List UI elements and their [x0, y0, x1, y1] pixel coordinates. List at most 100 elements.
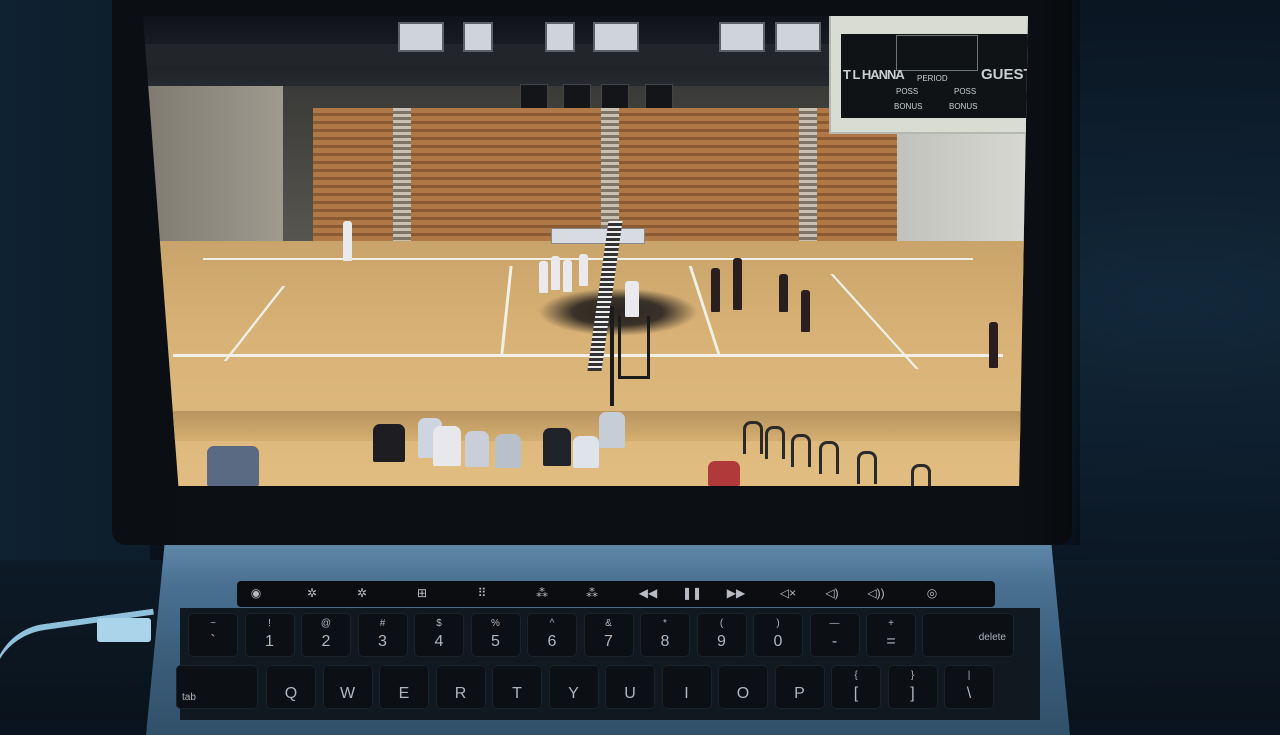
key-number[interactable]: #3 [357, 613, 408, 657]
ceiling-light [398, 22, 444, 52]
guest-poss-label: POSS [954, 87, 977, 96]
key-letter[interactable]: U [605, 665, 655, 709]
brightness-up-icon[interactable]: ✲ [351, 586, 373, 600]
key-letter[interactable]: Y [548, 665, 599, 709]
spectator [495, 434, 521, 468]
key-number[interactable]: ) 0 [753, 613, 803, 657]
key-label: ] [910, 685, 915, 702]
bleachers [619, 108, 799, 248]
key-label: 9 [717, 633, 726, 650]
key-letter[interactable]: E [379, 665, 429, 709]
referee-stand [618, 316, 650, 379]
spectator [433, 426, 461, 466]
key-number[interactable]: @2 [301, 613, 351, 657]
ceiling-light [775, 22, 821, 52]
touch-bar[interactable]: ◉ ✲ ✲ ⊞ ⠿ ⁂ ⁂ ◀◀ ❚❚ ▶▶ ◁× ◁) ◁)) ◎ [237, 581, 995, 607]
key-label: 8 [660, 633, 670, 650]
launchpad-icon[interactable]: ⠿ [471, 586, 493, 600]
key-letter[interactable]: O [718, 665, 768, 709]
key-shift-label: { [854, 670, 858, 681]
chair [911, 464, 931, 486]
play-pause-icon[interactable]: ❚❚ [681, 586, 703, 600]
brightness-down-icon[interactable]: ✲ [301, 586, 323, 600]
spectator [207, 446, 259, 486]
key-label: Y [568, 685, 579, 702]
chair [819, 441, 839, 474]
key-label: tab [182, 692, 196, 703]
key-tab[interactable]: tab [176, 665, 258, 709]
player [801, 290, 810, 332]
key-label: 2 [321, 633, 331, 650]
key-number[interactable]: + = [866, 613, 916, 657]
video-player-screen[interactable]: T L HANNA GUEST PERIOD POSS POSS BONUS B… [143, 16, 1028, 486]
key-number[interactable]: ^ 6 [527, 613, 577, 657]
key-letter[interactable]: | \ [944, 665, 994, 709]
court-line [173, 354, 1003, 357]
player [551, 256, 560, 290]
scoreboard-overlay: T L HANNA GUEST PERIOD POSS POSS BONUS B… [829, 16, 1028, 134]
ceiling-light [545, 22, 575, 52]
siri-icon[interactable]: ◎ [921, 586, 943, 600]
key-letter[interactable]: {[ [831, 665, 881, 709]
volume-up-icon[interactable]: ◁)) [865, 586, 887, 600]
player [539, 261, 548, 293]
key-label: R [454, 685, 467, 702]
spectator [708, 461, 740, 486]
key-shift-label: } [910, 670, 915, 681]
key-label: 5 [491, 633, 500, 650]
key-letter[interactable]: }] [887, 665, 938, 709]
spectator [599, 412, 625, 448]
key-label: T [512, 685, 522, 702]
esc-icon[interactable]: ◉ [245, 586, 267, 600]
bleacher-aisle [393, 108, 411, 248]
key-backtick[interactable]: ~ ` [188, 613, 238, 657]
key-label: U [624, 685, 636, 702]
key-letter[interactable]: W [322, 665, 373, 709]
key-number[interactable]: % 5 [470, 613, 521, 657]
keyboard-light-up-icon[interactable]: ⁂ [581, 586, 603, 600]
guest-bonus-label: BONUS [949, 102, 978, 111]
key-shift-label: + [888, 618, 894, 629]
fast-forward-icon[interactable]: ▶▶ [725, 586, 747, 600]
key-number[interactable]: $4 [414, 613, 464, 657]
chair [743, 421, 763, 454]
bleachers [411, 108, 601, 248]
home-bonus-label: BONUS [894, 102, 923, 111]
screen-bezel [175, 488, 1025, 543]
keyboard-light-down-icon[interactable]: ⁂ [531, 586, 553, 600]
key-number[interactable]: (9 [696, 613, 747, 657]
key-shift-label: ( [719, 618, 724, 629]
key-label: \ [966, 685, 972, 702]
key-number[interactable]: * 8 [640, 613, 690, 657]
key-label: P [794, 685, 805, 702]
mute-icon[interactable]: ◁× [777, 586, 799, 600]
bleacher-aisle [799, 108, 817, 248]
net-pole [610, 306, 614, 406]
key-shift-label: # [379, 618, 386, 629]
key-shift-label: & [605, 618, 612, 629]
period-label: PERIOD [917, 74, 948, 83]
mission-control-icon[interactable]: ⊞ [411, 586, 433, 600]
key-number[interactable]: — - [809, 613, 860, 657]
key-label: I [684, 685, 689, 702]
player [989, 322, 998, 368]
key-letter[interactable]: T [492, 665, 542, 709]
volume-down-icon[interactable]: ◁) [821, 586, 843, 600]
key-letter[interactable]: Q [266, 665, 316, 709]
key-shift-label: ^ [549, 618, 555, 629]
court-line [203, 258, 973, 260]
key-number[interactable]: & 7 [583, 613, 634, 657]
key-letter[interactable]: R [435, 665, 486, 709]
key-shift-label: * [663, 618, 667, 629]
ceiling-light [719, 22, 765, 52]
key-shift-label: % [491, 618, 500, 629]
key-delete[interactable]: delete [922, 613, 1014, 657]
key-letter[interactable]: P [774, 665, 825, 709]
key-number[interactable]: ! 1 [244, 613, 295, 657]
key-label: delete [978, 632, 1006, 643]
key-label: 6 [547, 633, 557, 650]
key-label: O [736, 685, 750, 702]
rewind-icon[interactable]: ◀◀ [637, 586, 659, 600]
key-letter[interactable]: I [661, 665, 712, 709]
scoreboard-panel: T L HANNA GUEST PERIOD POSS POSS BONUS B… [841, 34, 1028, 118]
